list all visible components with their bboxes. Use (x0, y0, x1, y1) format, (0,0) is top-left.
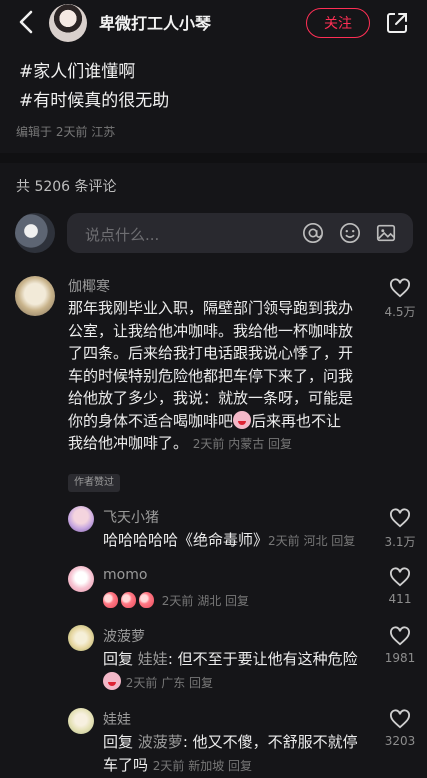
back-arrow-icon (19, 10, 33, 34)
reply-text: 哈哈哈哈哈《绝命毒师》2天前 河北 回复 (103, 531, 356, 549)
author-name[interactable]: 卑微打工人小琴 (99, 10, 211, 34)
like-count: 4.5万 (384, 305, 416, 319)
post-meta: 编辑于 2天前 江苏 (16, 125, 116, 139)
reply-author[interactable]: momo (103, 567, 147, 583)
reply-author[interactable]: 波菠萝 (103, 626, 145, 646)
follow-button[interactable]: 关注 (306, 8, 370, 38)
shy-emoji-icon (233, 410, 252, 429)
like-count: 3.1万 (384, 535, 416, 549)
like-heart-icon[interactable] (389, 567, 411, 587)
emoji-icon[interactable] (339, 222, 361, 244)
commenter-name[interactable]: 伽椰寒 (68, 276, 110, 296)
divider (0, 153, 427, 163)
like-heart-icon[interactable] (389, 626, 411, 646)
comment-input-placeholder: 说点什么... (85, 226, 160, 244)
peach-emoji-icon (121, 592, 136, 608)
reply-text: 回复 娃娃: 但不至于要让他有这种危险 2天前 广东 回复 (103, 650, 358, 690)
like-count: 1981 (384, 651, 416, 665)
comments-count: 共 5206 条评论 (16, 179, 117, 195)
reply-avatar[interactable] (68, 566, 94, 592)
reply-text: 2天前 湖北 回复 (103, 589, 249, 613)
reply-avatar[interactable] (68, 625, 94, 651)
reply-author[interactable]: 飞天小猪 (103, 507, 159, 527)
post-tag[interactable]: #家人们谁懂啊 (19, 57, 135, 82)
like-count: 411 (388, 592, 412, 606)
like-heart-icon[interactable] (389, 278, 411, 298)
reply-text: 回复 波菠萝: 他又不傻，不舒服不就停 车了吗 2天前 新加坡 回复 (103, 733, 358, 774)
back-button[interactable] (12, 7, 40, 37)
comment-text: 那年我刚毕业入职，隔壁部门领导跑到我办 公室，让我给他冲咖啡。我给他一杯咖啡放 … (68, 299, 354, 452)
image-icon[interactable] (375, 222, 397, 244)
reply-avatar[interactable] (68, 708, 94, 734)
peach-emoji-icon (139, 592, 154, 608)
commenter-avatar[interactable] (15, 276, 55, 316)
like-heart-icon[interactable] (389, 709, 411, 729)
reply-avatar[interactable] (68, 506, 94, 532)
comment-info[interactable]: 2天前 内蒙古 回复 (193, 437, 292, 451)
author-liked-badge: 作者赞过 (68, 474, 120, 492)
reply-author[interactable]: 娃娃 (103, 709, 131, 729)
post-tag[interactable]: #有时候真的很无助 (19, 86, 169, 111)
crying-emoji-icon (103, 671, 121, 690)
share-icon[interactable] (385, 11, 409, 35)
author-avatar[interactable] (49, 4, 87, 42)
peach-emoji-icon (103, 592, 118, 608)
my-avatar (15, 213, 55, 253)
like-heart-icon[interactable] (389, 508, 411, 528)
comment-input[interactable]: 说点什么... (67, 213, 413, 253)
like-count: 3203 (384, 734, 416, 748)
top-bar: 卑微打工人小琴 关注 (0, 0, 427, 46)
mention-icon[interactable] (302, 222, 324, 244)
